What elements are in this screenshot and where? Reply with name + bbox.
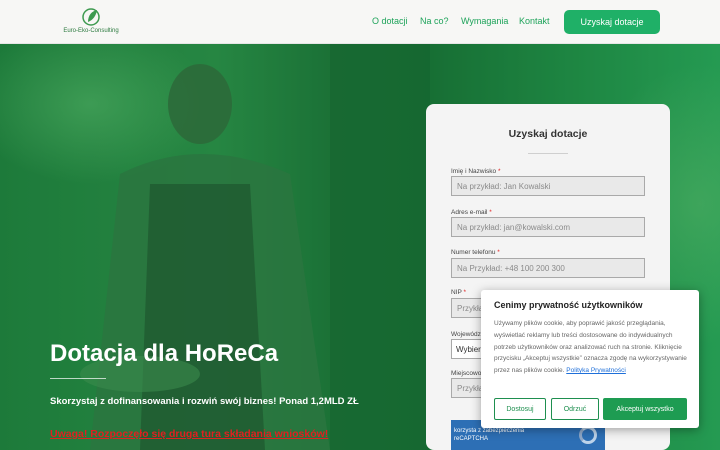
form-title: Uzyskaj dotacje [508,128,588,140]
cookie-consent-dialog: Cenimy prywatność użytkowników Używamy p… [481,290,699,428]
logo-text: Euro-Eko-Consulting [63,28,119,34]
hero-warning-link[interactable]: Uwaga! Rozpoczęło się druga tura składan… [50,428,328,440]
nav-wymagania[interactable]: Wymagania [461,16,508,26]
site-header: Euro-Eko-Consulting O dotacji Na co? Wym… [0,0,720,44]
hero-subtitle: Skorzystaj z dofinansowania i rozwiń swó… [50,396,359,407]
customize-button[interactable]: Dostosuj [494,398,546,420]
nip-label: NIP * [451,289,467,296]
name-field[interactable]: Na przykład: Jan Kowalski [451,176,645,196]
nav-o-dotacji[interactable]: O dotacji [372,16,408,26]
hero-title: Dotacja dla HoReCa [50,340,279,367]
leaf-logo-icon [82,8,100,26]
logo[interactable]: Euro-Eko-Consulting [60,6,122,38]
email-field[interactable]: Na przykład: jan@kowalski.com [451,217,645,237]
header-cta-button[interactable]: Uzyskaj dotacje [564,10,660,34]
nav-na-co[interactable]: Na co? [420,16,449,26]
recaptcha-icon [579,426,597,444]
email-label: Adres e-mail * [451,209,492,216]
reject-button[interactable]: Odrzuć [551,398,599,420]
name-label: Imię i Nazwisko * [451,168,501,175]
hero-divider [50,378,106,379]
phone-field[interactable]: Na Przykład: +48 100 200 300 [451,258,645,278]
cookie-text: Używamy plików cookie, aby poprawić jako… [494,320,687,375]
form-title-divider [528,153,568,154]
phone-label: Numer telefonu * [451,249,500,256]
cookie-title: Cenimy prywatność użytkowników [494,300,643,310]
nav-kontakt[interactable]: Kontakt [519,16,550,26]
accept-all-button[interactable]: Akceptuj wszystko [603,398,687,420]
privacy-policy-link[interactable]: Polityka Prywatności [566,367,626,374]
